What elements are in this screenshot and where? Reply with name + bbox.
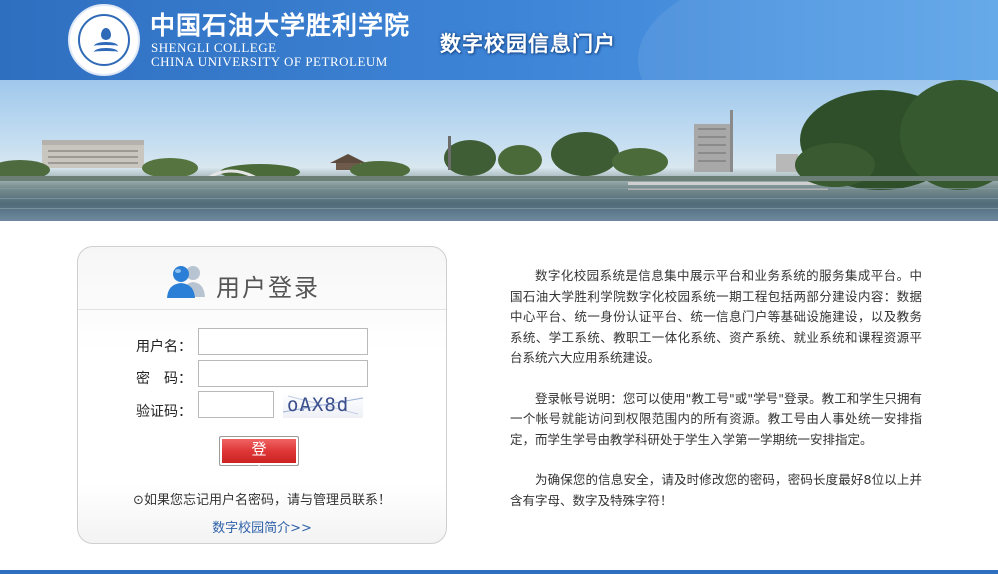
portal-title: 数字校园信息门户 — [440, 32, 616, 56]
school-name-en-line2: CHINA UNIVERSITY OF PETROLEUM — [151, 54, 388, 69]
login-panel: 用户登录 用户名： 密 码： 验证码： oAX8d 登 录 ⊙如果您忘记用户名密… — [77, 246, 447, 544]
captcha-input[interactable] — [198, 391, 274, 418]
description-paragraph: 登录帐号说明：您可以使用"教工号"或"学号"登录。教工和学生只拥有一个帐号就能访… — [510, 390, 922, 447]
campus-banner-image — [0, 80, 998, 221]
footer-bar — [0, 570, 998, 574]
header-decoration — [638, 0, 998, 80]
description-paragraph: 数字化校园系统是信息集中展示平台和业务系统的服务集成平台。中国石油大学胜利学院数… — [510, 268, 922, 365]
password-label: 密 码： — [136, 371, 192, 387]
username-label: 用户名： — [136, 339, 192, 355]
captcha-image[interactable]: oAX8d — [283, 392, 363, 418]
login-header: 用户登录 — [78, 247, 446, 310]
login-title: 用户登录 — [216, 274, 320, 302]
portal-description: 数字化校园系统是信息集中展示平台和业务系统的服务集成平台。中国石油大学胜利学院数… — [510, 266, 922, 531]
password-input[interactable] — [198, 360, 368, 387]
site-header: 中国石油大学胜利学院 SHENGLI COLLEGE CHINA UNIVERS… — [0, 0, 998, 80]
description-paragraph: 为确保您的信息安全，请及时修改您的密码，密码长度最好8位以上并含有字母、数字及特… — [510, 472, 922, 508]
captcha-label: 验证码： — [136, 404, 192, 420]
username-input[interactable] — [198, 328, 368, 355]
school-name-cn: 中国石油大学胜利学院 — [150, 11, 411, 40]
campus-lake-illustration — [0, 80, 998, 209]
login-button[interactable]: 登 录 — [219, 436, 299, 479]
school-seal-icon — [68, 4, 140, 76]
forgot-password-notice: ⊙如果您忘记用户名密码，请与管理员联系！ — [133, 493, 391, 508]
captcha-text: oAX8d — [287, 394, 350, 416]
campus-intro-link[interactable]: 数字校园简介>> — [78, 517, 446, 536]
user-group-icon — [167, 266, 205, 298]
